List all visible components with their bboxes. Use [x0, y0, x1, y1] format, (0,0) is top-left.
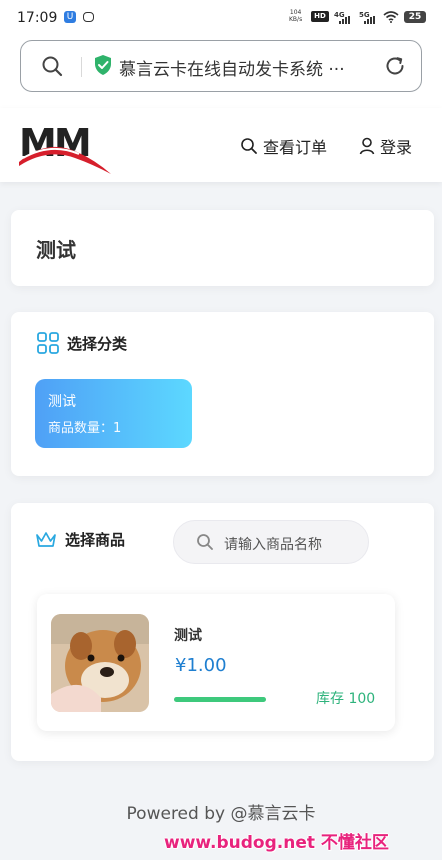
category-card: 选择分类 测试 商品数量：1 — [11, 312, 434, 476]
divider — [81, 57, 82, 77]
product-item[interactable]: 测试 ¥1.00 库存 100 — [37, 594, 395, 731]
network-speed-unit: KB/s — [289, 16, 303, 23]
stock-progress-fill — [174, 697, 266, 702]
site-header: MM 查看订单 登录 — [0, 108, 442, 182]
search-icon — [197, 534, 213, 550]
user-icon — [359, 137, 375, 155]
wifi-icon — [383, 11, 399, 23]
browser-toolbar: 慕言云卡在线自动发卡系统 ··· — [0, 36, 442, 108]
product-image — [51, 614, 149, 712]
search-icon — [241, 138, 257, 154]
view-orders-label: 查看订单 — [263, 138, 328, 157]
stock-progress-bar — [174, 697, 266, 702]
shield-check-icon[interactable] — [93, 54, 113, 76]
category-heading-text: 选择分类 — [67, 334, 128, 353]
login-label: 登录 — [380, 138, 413, 157]
address-bar[interactable]: 慕言云卡在线自动发卡系统 ··· — [20, 40, 422, 92]
category-tile[interactable]: 测试 商品数量：1 — [35, 379, 192, 448]
product-stock: 库存 100 — [316, 691, 376, 707]
network-speed-value: 104 — [289, 9, 302, 16]
url-text[interactable]: 慕言云卡在线自动发卡系统 ··· — [119, 55, 345, 80]
watermark: www.budog.net 不懂社区 — [164, 833, 389, 853]
product-heading-text: 选择商品 — [65, 531, 126, 549]
product-search-input[interactable]: 请输入商品名称 — [173, 520, 369, 564]
category-grid-icon — [37, 332, 59, 354]
app-notification-icon: U — [64, 11, 76, 23]
signal-bars-icon — [364, 16, 376, 24]
product-price: ¥1.00 — [175, 655, 227, 676]
login-link[interactable]: 登录 — [359, 134, 412, 158]
battery-icon: 25 — [404, 11, 426, 23]
category-count: 商品数量：1 — [48, 421, 122, 436]
category-heading: 选择分类 — [37, 332, 127, 354]
reload-icon[interactable] — [383, 54, 407, 78]
notice-title: 测试 — [36, 238, 76, 262]
hd-voice-icon: HD — [311, 11, 329, 22]
category-name: 测试 — [48, 394, 76, 410]
crown-icon — [36, 531, 56, 547]
status-bar: 17:09 U 104 KB/s HD 4G 5G 25 — [0, 0, 442, 36]
notice-card: 测试 — [11, 210, 434, 286]
signal-bars-icon — [339, 16, 351, 24]
view-orders-link[interactable]: 查看订单 — [240, 134, 327, 158]
product-name: 测试 — [174, 628, 202, 644]
site-logo[interactable]: MM — [17, 118, 113, 176]
footer-powered-by: Powered by @慕言云卡 — [126, 804, 316, 824]
network-speed: 104 KB/s — [289, 9, 302, 23]
chat-notification-icon — [83, 12, 94, 22]
status-time: 17:09 — [17, 10, 58, 26]
search-icon[interactable] — [41, 55, 63, 77]
product-search-placeholder: 请输入商品名称 — [224, 537, 322, 553]
product-card: 选择商品 请输入商品名称 测试 ¥1.00 库存 100 — [11, 503, 434, 761]
product-heading: 选择商品 — [35, 529, 125, 550]
